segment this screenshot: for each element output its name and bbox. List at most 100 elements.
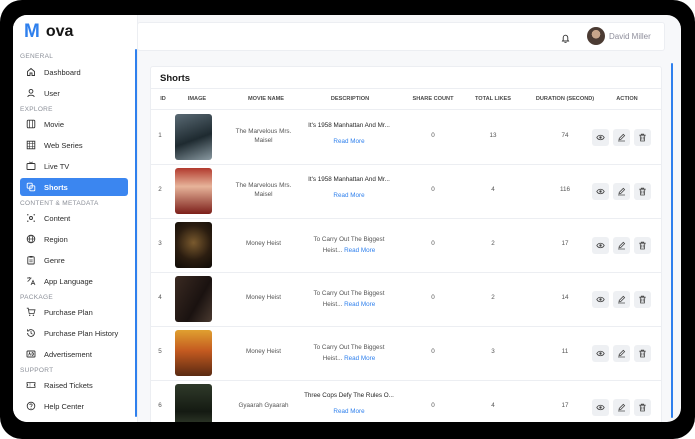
thumbnail-image[interactable]	[175, 168, 212, 214]
sidebar-item-app-language[interactable]: App Language	[20, 272, 128, 290]
duration: 17	[561, 402, 569, 409]
edit-button[interactable]	[613, 129, 630, 146]
sidebar-item-raised-tickets[interactable]: Raised Tickets	[20, 376, 128, 394]
view-button[interactable]	[592, 345, 609, 362]
read-more-link[interactable]: Read More	[333, 138, 364, 145]
help-icon	[26, 401, 36, 411]
sidebar-item-movie[interactable]: Movie	[20, 115, 128, 133]
duration: 14	[561, 294, 569, 301]
edit-button[interactable]	[613, 237, 630, 254]
sidebar-item-label: Region	[44, 234, 68, 244]
sidebar-item-content[interactable]: Content	[20, 209, 128, 227]
duration: 11	[561, 348, 569, 355]
sidebar-item-genre[interactable]: Genre	[20, 251, 128, 269]
edit-icon	[617, 399, 626, 417]
home-icon	[26, 67, 36, 77]
sidebar-item-dashboard[interactable]: Dashboard	[20, 63, 128, 81]
eye-icon	[596, 345, 605, 363]
view-button[interactable]	[592, 399, 609, 416]
sidebar-item-region[interactable]: Region	[20, 230, 128, 248]
description: To Carry Out The Biggest Heist... Read Mo…	[313, 344, 385, 362]
delete-button[interactable]	[634, 237, 651, 254]
delete-button[interactable]	[634, 183, 651, 200]
sidebar-item-label: User	[44, 88, 60, 98]
eye-icon	[596, 129, 605, 147]
thumbnail-image[interactable]	[175, 384, 212, 422]
share-count: 0	[431, 132, 435, 139]
table-row: 6 Gyaarah Gyaarah Three Cops Defy The Ru…	[151, 380, 661, 422]
main-scrollbar[interactable]	[671, 63, 673, 418]
description: Three Cops Defy The Rules O... Read More	[304, 392, 394, 415]
thumbnail-image[interactable]	[175, 276, 212, 322]
sidebar: M ova GENERAL Dashboard User EXPLORE Mov…	[13, 15, 138, 422]
sidebar-item-advertisement[interactable]: Advertisement	[20, 345, 128, 363]
view-button[interactable]	[592, 237, 609, 254]
trash-icon	[638, 237, 647, 255]
row-actions	[592, 291, 651, 308]
sidebar-item-shorts[interactable]: Shorts	[20, 178, 128, 196]
view-button[interactable]	[592, 129, 609, 146]
trash-icon	[638, 183, 647, 201]
view-button[interactable]	[592, 291, 609, 308]
edit-button[interactable]	[613, 399, 630, 416]
sidebar-item-purchase-plan-history[interactable]: Purchase Plan History	[20, 324, 128, 342]
delete-button[interactable]	[634, 129, 651, 146]
share-count: 0	[431, 348, 435, 355]
total-likes: 2	[491, 294, 495, 301]
column-header-id: ID	[160, 96, 166, 102]
section-explore: EXPLORE	[20, 106, 53, 113]
sidebar-item-label: Purchase Plan	[44, 307, 93, 317]
column-header-duration: DURATION (SECOND)	[535, 96, 595, 102]
sidebar-item-label: Raised Tickets	[44, 380, 93, 390]
read-more-link[interactable]: Read More	[344, 355, 375, 362]
read-more-link[interactable]: Read More	[333, 192, 364, 199]
edit-icon	[617, 291, 626, 309]
description: It's 1958 Manhattan And Mr... Read More	[308, 122, 390, 145]
notification-bell-icon[interactable]	[560, 31, 571, 43]
sidebar-item-purchase-plan[interactable]: Purchase Plan	[20, 303, 128, 321]
page-title: Shorts	[160, 73, 191, 84]
sidebar-item-web-series[interactable]: Web Series	[20, 136, 128, 154]
total-likes: 4	[491, 186, 495, 193]
row-actions	[592, 129, 651, 146]
duration: 116	[559, 186, 571, 193]
view-button[interactable]	[592, 183, 609, 200]
duration: 74	[561, 132, 569, 139]
sidebar-item-label: App Language	[44, 276, 93, 286]
shorts-icon	[26, 182, 36, 192]
edit-button[interactable]	[613, 183, 630, 200]
row-id: 3	[158, 240, 162, 247]
thumbnail-image[interactable]	[175, 114, 212, 160]
avatar[interactable]	[587, 27, 605, 45]
trash-icon	[638, 129, 647, 147]
table-row: 1 The Marvelous Mrs. Maisel It's 1958 Man…	[151, 110, 661, 165]
edit-button[interactable]	[613, 291, 630, 308]
film-icon	[26, 119, 36, 129]
edit-button[interactable]	[613, 345, 630, 362]
user-name[interactable]: David Miller	[609, 32, 651, 41]
sidebar-item-live-tv[interactable]: Live TV	[20, 157, 128, 175]
read-more-link[interactable]: Read More	[333, 408, 364, 415]
sidebar-item-help-center[interactable]: Help Center	[20, 397, 128, 415]
share-count: 0	[431, 294, 435, 301]
delete-button[interactable]	[634, 345, 651, 362]
logo[interactable]: M ova	[24, 21, 73, 42]
sidebar-item-user[interactable]: User	[20, 84, 128, 102]
row-id: 4	[158, 294, 162, 301]
sidebar-item-label: Dashboard	[44, 67, 81, 77]
total-likes: 4	[491, 402, 495, 409]
delete-button[interactable]	[634, 399, 651, 416]
thumbnail-image[interactable]	[175, 222, 212, 268]
thumbnail-image[interactable]	[175, 330, 212, 376]
delete-button[interactable]	[634, 291, 651, 308]
read-more-link[interactable]: Read More	[344, 247, 375, 254]
shorts-card: Shorts ID IMAGE MOVIE NAME DESCRIPTION S…	[150, 66, 662, 422]
table-row: 3 Money Heist To Carry Out The Biggest He…	[151, 218, 661, 273]
eye-icon	[596, 399, 605, 417]
sidebar-scrollbar[interactable]	[135, 49, 137, 417]
sidebar-item-label: Genre	[44, 255, 65, 265]
logo-mark: M	[24, 21, 40, 42]
column-header-share-count: SHARE COUNT	[412, 96, 454, 102]
read-more-link[interactable]: Read More	[344, 301, 375, 308]
device-frame: M ova GENERAL Dashboard User EXPLORE Mov…	[0, 0, 695, 439]
